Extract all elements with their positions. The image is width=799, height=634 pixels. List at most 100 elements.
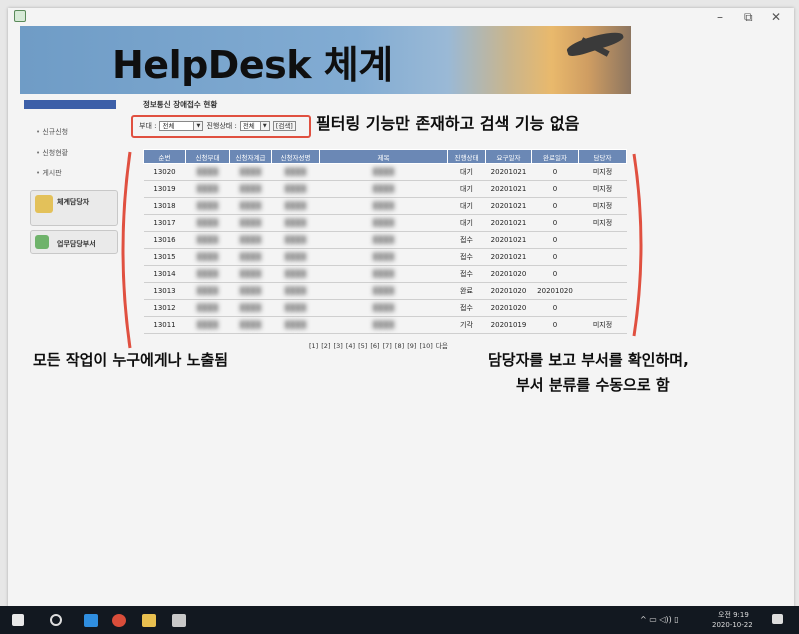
sidebar-item-new-request[interactable]: 신규신청 <box>36 127 68 137</box>
row-owner: 미지정 <box>578 163 627 181</box>
row-done-date: 20201020 <box>531 282 579 300</box>
row-status: 대기 <box>447 197 486 215</box>
col-header[interactable]: 제목 <box>319 149 448 164</box>
row-id: 13020 <box>143 163 186 181</box>
row-id: 13013 <box>143 282 186 300</box>
blurred-cell: ████ <box>271 316 320 334</box>
close-button[interactable]: ✕ <box>771 10 781 24</box>
col-header[interactable]: 진행상태 <box>447 149 486 164</box>
col-header[interactable]: 신청자성명 <box>271 149 320 164</box>
blurred-title-cell: ████ <box>319 299 448 317</box>
filter-note: 필터링 기능만 존재하고 검색 기능 없음 <box>316 114 580 133</box>
row-owner <box>578 282 627 300</box>
table-row[interactable]: 13018 ████ ████ ████ ████ 대기 20201021 0 미지정 <box>143 197 627 215</box>
col-header[interactable]: 완료일자 <box>531 149 579 164</box>
app-icon <box>14 10 26 22</box>
sidebar-item-request-status[interactable]: 신청현황 <box>36 148 68 158</box>
department-icon <box>35 235 49 249</box>
request-table: 순번 신청부대 신청자계급 신청자성명 제목 진행상태 요구일자 완료일자 담당… <box>143 149 627 334</box>
clock-date[interactable]: 2020-10-22 <box>712 621 753 629</box>
row-owner: 미지정 <box>578 214 627 232</box>
left-bracket-annotation <box>121 151 132 349</box>
blurred-cell: ████ <box>229 231 272 249</box>
blurred-title-cell: ████ <box>319 248 448 266</box>
table-row[interactable]: 13011 ████ ████ ████ ████ 기각 20201019 0 미지정 <box>143 316 627 334</box>
blurred-cell: ████ <box>229 265 272 283</box>
chrome-browser-icon[interactable] <box>112 614 126 627</box>
col-header[interactable]: 신청자계급 <box>229 149 272 164</box>
row-request-date: 20201020 <box>485 299 532 317</box>
row-owner <box>578 299 627 317</box>
blurred-cell: ████ <box>271 282 320 300</box>
blurred-cell: ████ <box>185 248 230 266</box>
exposure-note: 모든 작업이 누구에게나 노출됨 <box>33 351 229 369</box>
row-owner <box>578 231 627 249</box>
col-header[interactable]: 요구일자 <box>485 149 532 164</box>
blurred-cell: ████ <box>271 180 320 198</box>
table-row[interactable]: 13013 ████ ████ ████ ████ 완료 20201020 20201020 <box>143 282 627 300</box>
table-row[interactable]: 13015 ████ ████ ████ ████ 접수 20201021 0 <box>143 248 627 266</box>
row-done-date: 0 <box>531 197 579 215</box>
blurred-cell: ████ <box>229 316 272 334</box>
blurred-cell: ████ <box>185 180 230 198</box>
row-done-date: 0 <box>531 299 579 317</box>
blurred-cell: ████ <box>185 163 230 181</box>
row-id: 13014 <box>143 265 186 283</box>
blurred-cell: ████ <box>185 197 230 215</box>
manual-note-line2: 부서 분류를 수동으로 함 <box>516 376 670 394</box>
blurred-cell: ████ <box>271 265 320 283</box>
row-status: 기각 <box>447 316 486 334</box>
blurred-cell: ████ <box>271 231 320 249</box>
banner-title: HelpDesk 체계 <box>112 43 393 87</box>
row-owner: 미지정 <box>578 197 627 215</box>
pagination[interactable]: [1] [2] [3] [4] [5] [6] [7] [8] [9] [10]… <box>309 340 448 350</box>
col-header[interactable]: 담당자 <box>578 149 627 164</box>
sidebar-box-label: 업무담당부서 <box>57 240 96 248</box>
file-explorer-icon[interactable] <box>142 614 156 627</box>
row-id: 13017 <box>143 214 186 232</box>
table-row[interactable]: 13020 ████ ████ ████ ████ 대기 20201021 0 미지정 <box>143 163 627 181</box>
maximize-button[interactable]: ⧉ <box>744 10 753 25</box>
col-header[interactable]: 신청부대 <box>185 149 230 164</box>
blurred-cell: ████ <box>229 214 272 232</box>
blurred-cell: ████ <box>185 265 230 283</box>
row-request-date: 20201019 <box>485 316 532 334</box>
minimize-button[interactable]: – <box>717 10 723 24</box>
folder-icon <box>35 195 53 213</box>
row-owner: 미지정 <box>578 316 627 334</box>
table-row[interactable]: 13016 ████ ████ ████ ████ 접수 20201021 0 <box>143 231 627 249</box>
sidebar-item-board[interactable]: 게시판 <box>36 168 61 178</box>
row-done-date: 0 <box>531 248 579 266</box>
row-id: 13011 <box>143 316 186 334</box>
table-row[interactable]: 13019 ████ ████ ████ ████ 대기 20201021 0 미지정 <box>143 180 627 198</box>
blurred-cell: ████ <box>229 248 272 266</box>
clock-time[interactable]: 오전 9:19 <box>718 610 749 620</box>
ie-browser-icon[interactable] <box>84 614 98 627</box>
taskbar: ^ ▭ ◁)) ▯ 오전 9:19 2020-10-22 <box>0 606 799 634</box>
search-icon[interactable] <box>50 614 62 626</box>
blurred-cell: ████ <box>185 282 230 300</box>
photos-app-icon[interactable] <box>172 614 186 627</box>
filter-highlight-box <box>131 115 311 138</box>
right-bracket-annotation <box>632 153 643 337</box>
blurred-title-cell: ████ <box>319 282 448 300</box>
system-tray-icons[interactable]: ^ ▭ ◁)) ▯ <box>640 615 679 624</box>
row-request-date: 20201021 <box>485 163 532 181</box>
row-done-date: 0 <box>531 163 579 181</box>
blurred-cell: ████ <box>229 163 272 181</box>
sidebar-box-department[interactable]: 업무담당부서 <box>30 230 118 254</box>
blurred-cell: ████ <box>271 214 320 232</box>
table-row[interactable]: 13017 ████ ████ ████ ████ 대기 20201021 0 미지정 <box>143 214 627 232</box>
col-header[interactable]: 순번 <box>143 149 186 164</box>
notification-icon[interactable] <box>772 614 783 624</box>
row-request-date: 20201021 <box>485 214 532 232</box>
row-owner: 미지정 <box>578 180 627 198</box>
table-row[interactable]: 13014 ████ ████ ████ ████ 접수 20201020 0 <box>143 265 627 283</box>
sidebar-box-system-manager[interactable]: 체계담당자 <box>30 190 118 226</box>
blurred-cell: ████ <box>229 180 272 198</box>
row-done-date: 0 <box>531 316 579 334</box>
blurred-cell: ████ <box>271 248 320 266</box>
manual-note-line1: 담당자를 보고 부서를 확인하며, <box>488 351 689 369</box>
windows-start-icon[interactable] <box>12 614 24 626</box>
table-row[interactable]: 13012 ████ ████ ████ ████ 접수 20201020 0 <box>143 299 627 317</box>
